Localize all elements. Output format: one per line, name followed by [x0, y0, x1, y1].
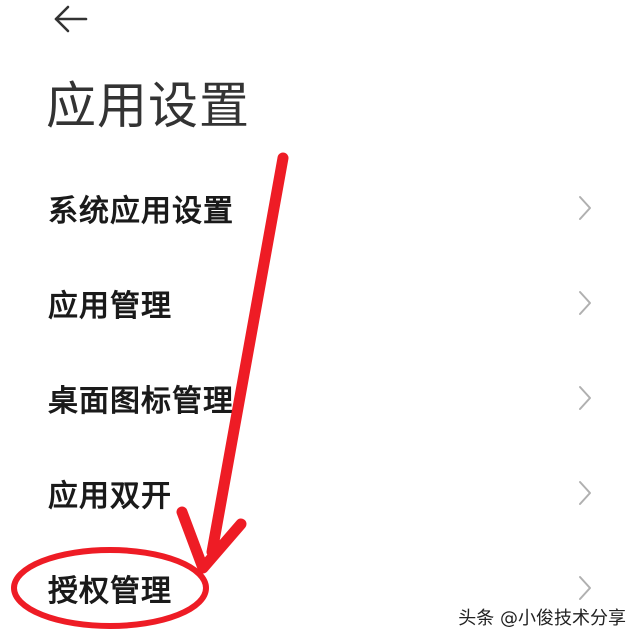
menu-item-label: 应用双开: [48, 478, 172, 514]
page-title: 应用设置: [46, 77, 250, 135]
menu-item-label: 桌面图标管理: [48, 383, 234, 419]
arrow-left-icon: [54, 5, 88, 33]
menu-item-label: 系统应用设置: [48, 193, 234, 229]
menu-item-dual-apps[interactable]: 应用双开: [0, 445, 640, 540]
chevron-right-icon: [579, 195, 591, 220]
back-button[interactable]: [46, 0, 94, 36]
chevron-right-icon: [579, 480, 591, 505]
menu-item-label: 应用管理: [48, 288, 172, 324]
chevron-right-icon: [579, 575, 591, 600]
chevron-right-icon: [579, 385, 591, 410]
watermark-text: 头条 @小俊技术分享: [458, 608, 626, 629]
settings-menu-list: 系统应用设置 应用管理 桌面图标管理 应用双开 授权管理: [0, 160, 640, 635]
menu-item-desktop-icon-management[interactable]: 桌面图标管理: [0, 350, 640, 445]
menu-item-label: 授权管理: [48, 573, 172, 609]
chevron-right-icon: [579, 290, 591, 315]
menu-item-app-management[interactable]: 应用管理: [0, 255, 640, 350]
menu-item-system-app-settings[interactable]: 系统应用设置: [0, 160, 640, 255]
